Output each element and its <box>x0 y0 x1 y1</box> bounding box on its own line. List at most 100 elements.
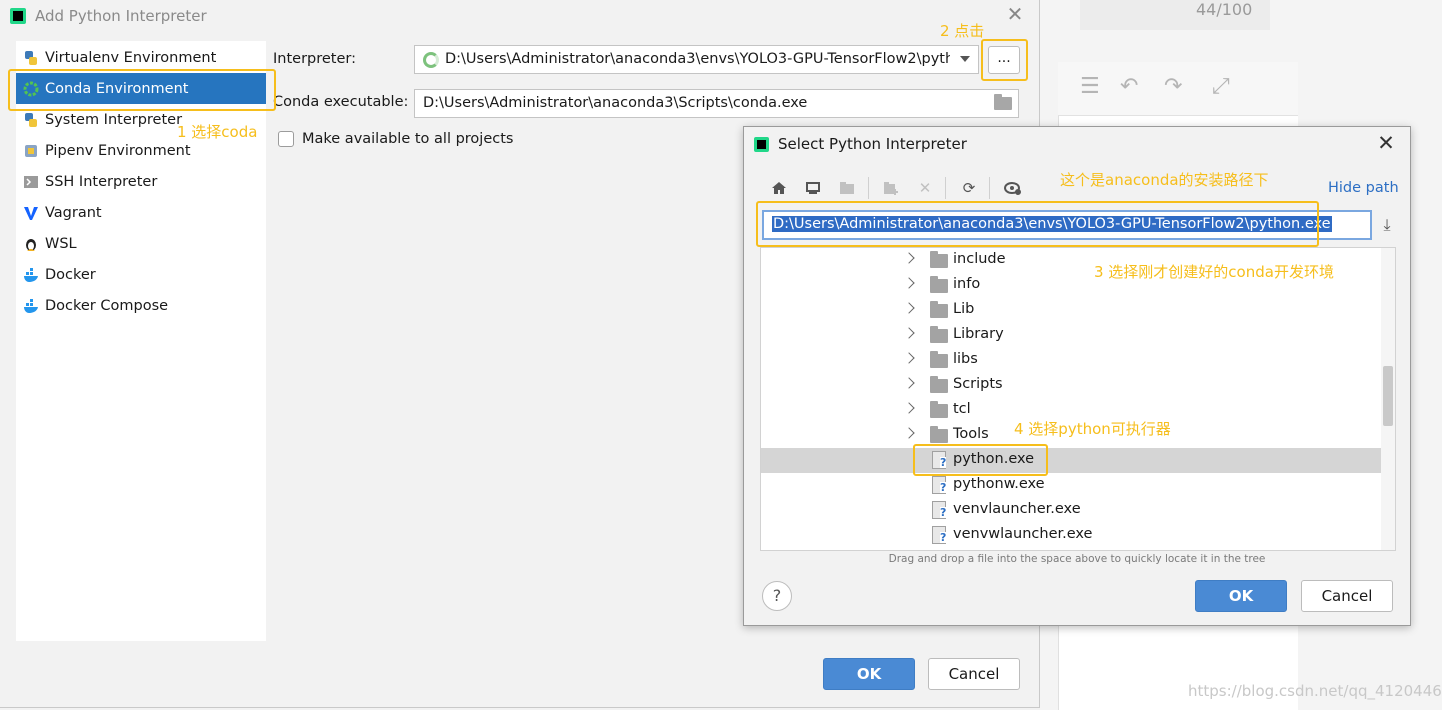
linux-icon <box>22 235 40 253</box>
conda-icon <box>22 80 40 98</box>
annotation-path-note: 这个是anaconda的安装路径下 <box>1060 171 1269 189</box>
env-item-label: Vagrant <box>45 204 102 221</box>
chevron-right-icon[interactable] <box>903 252 915 264</box>
select-python-interpreter-dialog: Select Python Interpreter ✕ ✕ ⟳ Hide pat… <box>743 126 1411 626</box>
main-dialog-title: Add Python Interpreter <box>35 7 207 25</box>
docker-icon <box>22 266 40 284</box>
env-item-label: WSL <box>45 235 77 252</box>
tree-row-file[interactable]: venvlauncher.exe <box>761 498 1381 523</box>
toolbar-separator <box>945 177 946 199</box>
interpreter-value: D:\Users\Administrator\anaconda3\envs\YO… <box>445 51 950 67</box>
chevron-right-icon[interactable] <box>903 402 915 414</box>
select-title-bar: Select Python Interpreter ✕ <box>744 127 1410 161</box>
desktop-icon[interactable] <box>802 177 824 199</box>
chevron-right-icon[interactable] <box>903 352 915 364</box>
refresh-icon[interactable]: ⟳ <box>958 177 980 199</box>
env-item-label: SSH Interpreter <box>45 173 158 190</box>
folder-icon <box>930 426 948 443</box>
tree-row-folder[interactable]: Scripts <box>761 373 1381 398</box>
conda-executable-label: Conda executable: <box>273 94 409 110</box>
delete-icon[interactable]: ✕ <box>914 177 936 199</box>
tree-item-label: libs <box>953 351 978 367</box>
chevron-right-icon[interactable] <box>903 277 915 289</box>
pipenv-icon <box>22 142 40 160</box>
toolbar-separator <box>868 177 869 199</box>
tree-item-label: tcl <box>953 401 971 417</box>
chevron-right-icon[interactable] <box>903 377 915 389</box>
path-input[interactable]: D:\Users\Administrator\anaconda3\envs\YO… <box>762 210 1372 240</box>
unknown-file-icon <box>932 451 947 469</box>
python-icon <box>22 49 40 67</box>
tree-row-file[interactable]: pythonw.exe <box>761 473 1381 498</box>
background-counter: 44/100 <box>1196 0 1253 19</box>
pycharm-icon <box>10 8 26 24</box>
file-tree: include info Lib Library libs Scripts tc… <box>760 247 1396 551</box>
env-item-label: Docker <box>45 266 96 283</box>
interpreter-select[interactable]: D:\Users\Administrator\anaconda3\envs\YO… <box>414 45 979 74</box>
env-item-label: Conda Environment <box>45 80 189 97</box>
folder-icon[interactable] <box>994 94 1012 110</box>
unknown-file-icon <box>932 476 947 494</box>
tree-row-folder[interactable]: Lib <box>761 298 1381 323</box>
project-folder-icon[interactable] <box>836 177 858 199</box>
python-icon <box>22 111 40 129</box>
unknown-file-icon <box>932 526 947 544</box>
tree-item-label: info <box>953 276 981 292</box>
redo-icon: ↷ <box>1164 74 1183 99</box>
terminal-icon <box>22 173 40 191</box>
env-item-virtualenv[interactable]: Virtualenv Environment <box>16 42 266 73</box>
unknown-file-icon <box>932 501 947 519</box>
annotation-step1: 1 选择coda <box>177 123 258 141</box>
tree-row-folder[interactable]: libs <box>761 348 1381 373</box>
tree-item-label: Scripts <box>953 376 1003 392</box>
vagrant-icon <box>22 204 40 222</box>
conda-executable-field[interactable]: D:\Users\Administrator\anaconda3\Scripts… <box>414 89 1019 118</box>
chevron-right-icon[interactable] <box>903 427 915 439</box>
make-available-checkbox[interactable] <box>278 131 294 147</box>
docker-icon <box>22 297 40 315</box>
undo-icon: ↶ <box>1120 74 1139 99</box>
folder-icon <box>930 351 948 368</box>
download-icon[interactable]: ⤓ <box>1378 215 1396 235</box>
tree-item-label: Lib <box>953 301 975 317</box>
main-title-bar: Add Python Interpreter ✕ <box>0 0 1040 32</box>
env-item-wsl[interactable]: WSL <box>16 228 266 259</box>
select-cancel-button[interactable]: Cancel <box>1301 580 1393 612</box>
close-icon[interactable]: ✕ <box>1376 132 1396 154</box>
env-item-vagrant[interactable]: Vagrant <box>16 197 266 228</box>
chevron-down-icon <box>960 56 970 62</box>
hide-path-link[interactable]: Hide path <box>1328 180 1399 196</box>
fullscreen-icon: ⤢ <box>1212 74 1230 99</box>
close-icon[interactable]: ✕ <box>1006 4 1024 24</box>
tree-item-label: Tools <box>953 426 989 442</box>
tree-item-label: include <box>953 251 1006 267</box>
tree-item-label: venvwlauncher.exe <box>953 526 1093 542</box>
cancel-button[interactable]: Cancel <box>928 658 1020 690</box>
path-value: D:\Users\Administrator\anaconda3\envs\YO… <box>772 216 1332 232</box>
env-item-ssh[interactable]: SSH Interpreter <box>16 166 266 197</box>
home-icon[interactable] <box>768 177 790 199</box>
browse-button[interactable]: ... <box>988 46 1020 74</box>
folder-icon <box>930 301 948 318</box>
tree-item-label: python.exe <box>953 451 1035 467</box>
tree-row-folder[interactable]: Library <box>761 323 1381 348</box>
make-available-label: Make available to all projects <box>302 131 514 147</box>
env-item-docker-compose[interactable]: Docker Compose <box>16 290 266 321</box>
new-folder-icon[interactable] <box>880 177 902 199</box>
interpreter-label: Interpreter: <box>273 51 356 67</box>
select-ok-button[interactable]: OK <box>1195 580 1287 612</box>
annotation-step2: 2 点击 <box>940 22 985 40</box>
chevron-right-icon[interactable] <box>903 327 915 339</box>
show-hidden-icon[interactable] <box>1002 177 1024 199</box>
tree-scrollbar-thumb[interactable] <box>1383 366 1393 426</box>
env-item-label: System Interpreter <box>45 111 183 128</box>
chevron-right-icon[interactable] <box>903 302 915 314</box>
tree-row-file[interactable]: venvwlauncher.exe <box>761 523 1381 548</box>
ok-button[interactable]: OK <box>823 658 915 690</box>
help-button[interactable]: ? <box>762 581 792 611</box>
annotation-step4: 4 选择python可执行器 <box>1014 420 1171 438</box>
env-item-docker[interactable]: Docker <box>16 259 266 290</box>
tree-row-file-selected[interactable]: python.exe <box>761 448 1381 473</box>
env-item-conda[interactable]: Conda Environment <box>16 73 266 104</box>
folder-icon <box>930 401 948 418</box>
